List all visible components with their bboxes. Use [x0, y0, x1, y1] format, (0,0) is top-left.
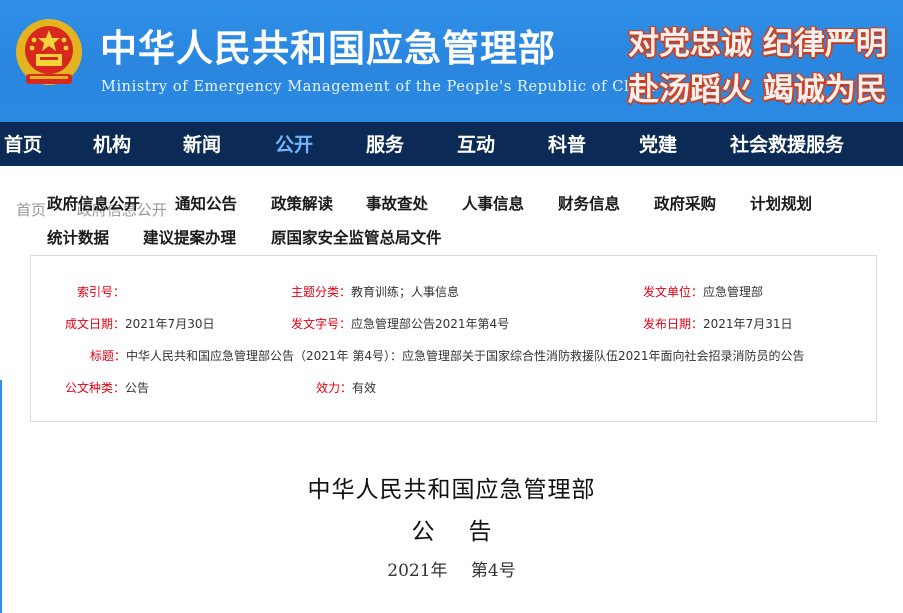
subnav-item-notices[interactable]: 通知公告 — [175, 192, 237, 214]
meta-title: 标题：中华人民共和国应急管理部公告（2021年 第4号）：应急管理部关于国家综合… — [90, 349, 805, 363]
subnav-item-finance[interactable]: 财务信息 — [558, 192, 620, 214]
document-meta-box: 索引号： 主题分类：教育训练；人事信息 发文单位：应急管理部 成文日期：2021… — [30, 255, 877, 422]
subnav-item-procurement[interactable]: 政府采购 — [654, 192, 716, 214]
document-type-heading: 公告 — [411, 519, 526, 545]
site-subtitle: Ministry of Emergency Management of the … — [101, 79, 659, 95]
meta-index: 索引号： — [77, 285, 126, 299]
meta-document-type: 公文种类：公告 — [65, 381, 150, 395]
subnav-item-accidents[interactable]: 事故查处 — [366, 192, 428, 214]
subnav-item-policy[interactable]: 政策解读 — [271, 192, 333, 214]
nav-item-rescue-services[interactable]: 社会救援服务 — [730, 122, 844, 166]
nav-item-science[interactable]: 科普 — [548, 122, 586, 166]
meta-validity: 效力：有效 — [316, 381, 377, 395]
subnav-item-planning[interactable]: 计划规划 — [750, 192, 812, 214]
subnav-item-former-safety-docs[interactable]: 原国家安全监管总局文件 — [271, 226, 442, 248]
subnav-item-proposals[interactable]: 建议提案办理 — [143, 226, 236, 248]
nav-item-home[interactable]: 首页 — [4, 122, 42, 166]
meta-category: 主题分类：教育训练；人事信息 — [291, 285, 460, 299]
subnav-item-gov-info[interactable]: 政府信息公开 — [47, 192, 140, 214]
header-banner: 中华人民共和国应急管理部 Ministry of Emergency Manag… — [0, 0, 903, 122]
nav-item-news[interactable]: 新闻 — [183, 122, 221, 166]
nav-item-services[interactable]: 服务 — [366, 122, 404, 166]
document-number-heading: 2021年 第4号 — [387, 561, 516, 581]
meta-published-date: 发布日期：2021年7月31日 — [643, 317, 793, 331]
subnav-item-personnel[interactable]: 人事信息 — [462, 192, 524, 214]
nav-item-interaction[interactable]: 互动 — [457, 122, 495, 166]
nav-item-party[interactable]: 党建 — [639, 122, 677, 166]
slogan-line-1: 对党忠诚 纪律严明 — [628, 26, 887, 62]
meta-document-number: 发文字号：应急管理部公告2021年第4号 — [291, 317, 510, 331]
document-issuer-heading: 中华人民共和国应急管理部 — [307, 477, 596, 503]
nav-item-disclosure[interactable]: 公开 — [275, 122, 313, 166]
slogan-line-2: 赴汤蹈火 竭诚为民 — [628, 72, 887, 108]
nav-item-organization[interactable]: 机构 — [93, 122, 131, 166]
meta-issuer: 发文单位：应急管理部 — [643, 285, 764, 299]
subnav-item-statistics[interactable]: 统计数据 — [47, 226, 109, 248]
breadcrumb-home[interactable]: 首页 — [16, 201, 46, 219]
site-title[interactable]: 中华人民共和国应急管理部 — [100, 18, 556, 72]
national-emblem-icon[interactable] — [14, 16, 84, 92]
meta-created-date: 成文日期：2021年7月30日 — [65, 317, 215, 331]
main-nav: 首页 机构 新闻 公开 服务 互动 科普 党建 社会救援服务 — [0, 122, 903, 166]
